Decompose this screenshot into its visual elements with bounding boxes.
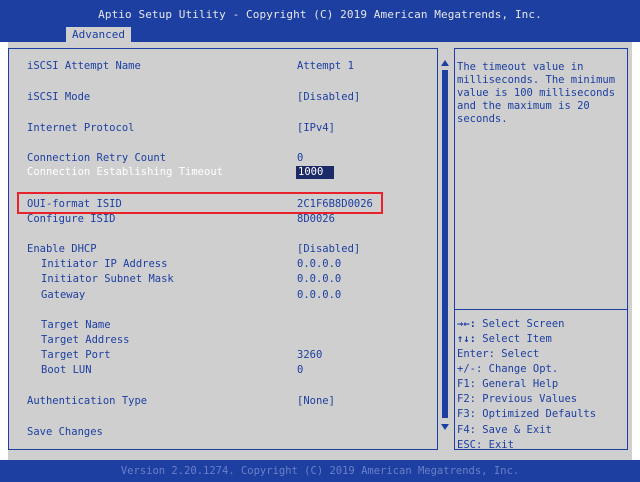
- key-help-key: Enter:: [457, 348, 495, 360]
- iscsi-attempt-name-label[interactable]: iSCSI Attempt Name: [27, 60, 141, 72]
- help-description: The timeout value in milliseconds. The m…: [457, 61, 616, 125]
- connection-retry-count-label[interactable]: Connection Retry Count: [27, 152, 166, 164]
- connection-timeout-label[interactable]: Connection Establishing Timeout: [27, 166, 223, 178]
- internet-protocol-value[interactable]: [IPv4]: [297, 122, 335, 134]
- configure-isid-value[interactable]: 8D0026: [297, 213, 335, 225]
- key-help-select-item: ↑↓: Select Item: [457, 333, 552, 345]
- iscsi-mode-label[interactable]: iSCSI Mode: [27, 91, 90, 103]
- gateway-label[interactable]: Gateway: [41, 289, 85, 301]
- key-help-desc: Save & Exit: [475, 424, 552, 436]
- key-help-general-help: F1: General Help: [457, 378, 558, 390]
- key-help-desc: Select Screen: [475, 318, 565, 330]
- key-help-desc: Optimized Defaults: [475, 408, 597, 420]
- boot-lun-label[interactable]: Boot LUN: [41, 364, 92, 376]
- key-help-key: +/-:: [457, 363, 483, 375]
- initiator-subnet-label[interactable]: Initiator Subnet Mask: [41, 273, 174, 285]
- key-help-desc: General Help: [475, 378, 559, 390]
- key-help-key: F4:: [457, 424, 476, 436]
- key-help-previous-values: F2: Previous Values: [457, 393, 577, 405]
- key-help-desc: Change Opt.: [482, 363, 559, 375]
- initiator-ip-value[interactable]: 0.0.0.0: [297, 258, 341, 270]
- annotation-highlight-box: [17, 192, 383, 214]
- key-help-key: ↑↓:: [457, 333, 476, 345]
- key-help-save-exit: F4: Save & Exit: [457, 424, 552, 436]
- connection-timeout-input[interactable]: 1000: [296, 166, 334, 179]
- enable-dhcp-value[interactable]: [Disabled]: [297, 243, 360, 255]
- target-port-value[interactable]: 3260: [297, 349, 322, 361]
- key-help-select-screen: →←: Select Screen: [457, 318, 564, 330]
- key-help-key: F2:: [457, 393, 476, 405]
- window-title: Aptio Setup Utility - Copyright (C) 2019…: [98, 8, 542, 21]
- boot-lun-value[interactable]: 0: [297, 364, 303, 376]
- key-help-optimized-defaults: F3: Optimized Defaults: [457, 408, 596, 420]
- authentication-type-label[interactable]: Authentication Type: [27, 395, 147, 407]
- scroll-down-arrow-icon[interactable]: [441, 424, 449, 430]
- iscsi-mode-value[interactable]: [Disabled]: [297, 91, 360, 103]
- scrollbar-thumb[interactable]: [442, 70, 448, 418]
- bios-setup-screen: Aptio Setup Utility - Copyright (C) 2019…: [0, 0, 640, 482]
- key-help-key: →←:: [457, 318, 476, 330]
- key-help-desc: Select: [494, 348, 540, 360]
- footer-version-text: Version 2.20.1274. Copyright (C) 2019 Am…: [120, 465, 520, 477]
- key-help-change-opt: +/-: Change Opt.: [457, 363, 558, 375]
- target-name-label[interactable]: Target Name: [41, 319, 111, 331]
- target-address-label[interactable]: Target Address: [41, 334, 130, 346]
- enable-dhcp-label[interactable]: Enable DHCP: [27, 243, 97, 255]
- key-help-key: F1:: [457, 378, 476, 390]
- initiator-ip-label[interactable]: Initiator IP Address: [41, 258, 167, 270]
- title-bar: Aptio Setup Utility - Copyright (C) 2019…: [0, 0, 640, 42]
- gateway-value[interactable]: 0.0.0.0: [297, 289, 341, 301]
- key-help-key: F3:: [457, 408, 476, 420]
- save-changes-item[interactable]: Save Changes: [27, 426, 103, 438]
- initiator-subnet-value[interactable]: 0.0.0.0: [297, 273, 341, 285]
- iscsi-attempt-name-value: Attempt 1: [297, 60, 354, 72]
- authentication-type-value[interactable]: [None]: [297, 395, 335, 407]
- configure-isid-label[interactable]: Configure ISID: [27, 213, 116, 225]
- target-port-label[interactable]: Target Port: [41, 349, 111, 361]
- key-help-exit: ESC: Exit: [457, 439, 514, 451]
- scroll-up-arrow-icon[interactable]: [441, 60, 449, 66]
- key-help-desc: Previous Values: [475, 393, 578, 405]
- help-panel-divider: [454, 309, 628, 310]
- key-help-enter: Enter: Select: [457, 348, 539, 360]
- connection-retry-count-value[interactable]: 0: [297, 152, 303, 164]
- key-help-desc: Exit: [482, 439, 514, 451]
- key-help-key: ESC:: [457, 439, 483, 451]
- tab-advanced[interactable]: Advanced: [66, 27, 131, 42]
- internet-protocol-label[interactable]: Internet Protocol: [27, 122, 134, 134]
- key-help-desc: Select Item: [475, 333, 552, 345]
- footer-bar: Version 2.20.1274. Copyright (C) 2019 Am…: [0, 460, 640, 482]
